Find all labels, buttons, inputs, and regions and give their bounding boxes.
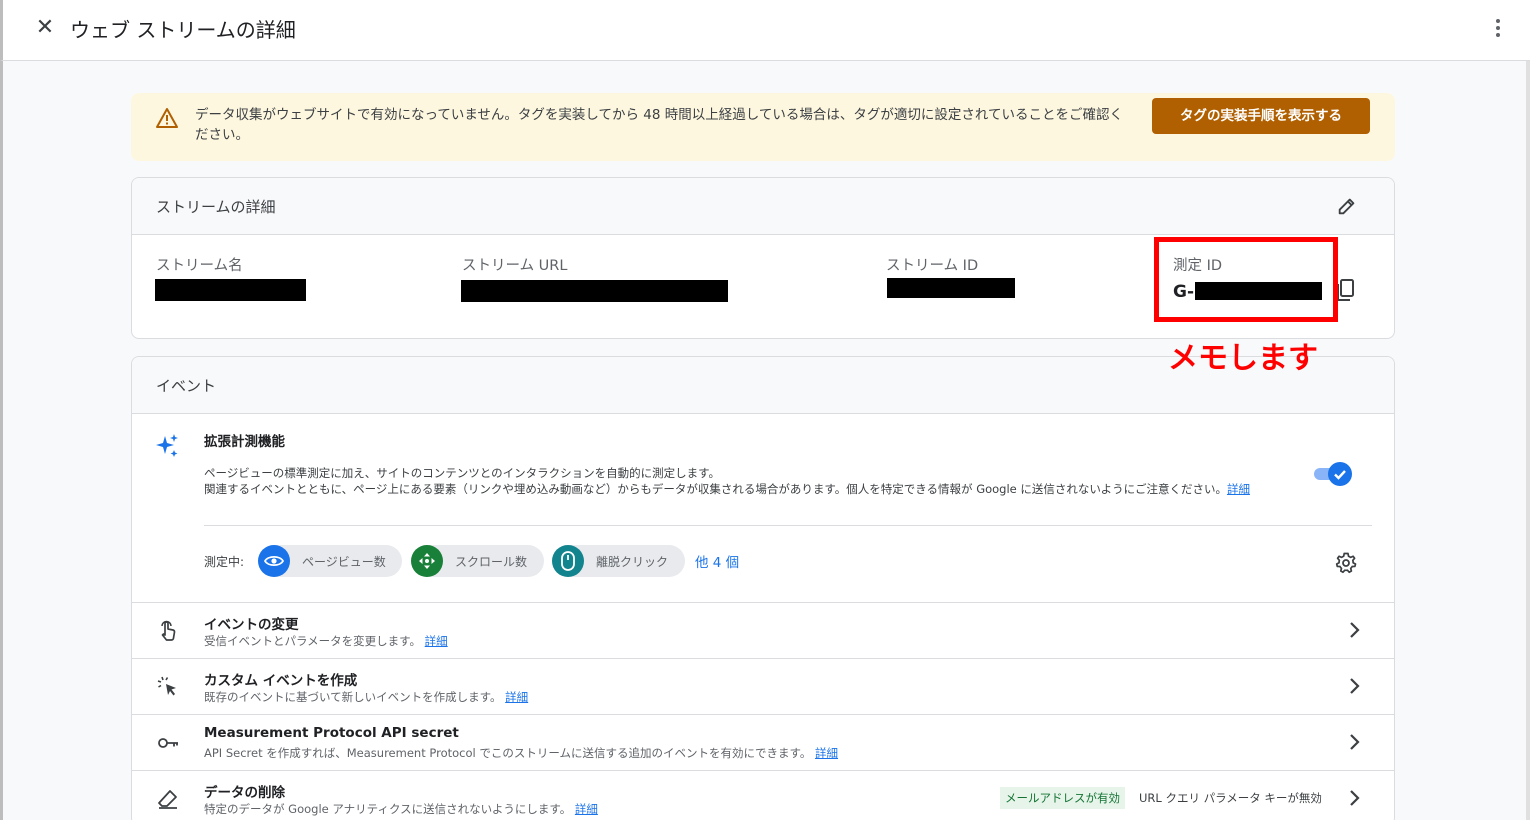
enhanced-desc-line1: ページビューの標準測定に加え、サイトのコンテンツとのインタラクションを自動的に測…	[204, 466, 720, 480]
row-modify-event-link[interactable]: 詳細	[425, 634, 448, 648]
edit-icon[interactable]	[1336, 195, 1358, 217]
copy-icon[interactable]	[1337, 278, 1357, 302]
enhanced-divider	[204, 525, 1372, 526]
annotation-note: メモします	[1168, 341, 1318, 376]
eye-icon	[258, 545, 290, 577]
chip-outbound-clicks-label: 離脱クリック	[596, 555, 669, 569]
mouse-icon	[552, 545, 584, 577]
row-data-redaction-desc: 特定のデータが Google アナリティクスに送信されないようにします。 詳細	[204, 801, 598, 817]
row-create-custom-event-link[interactable]: 詳細	[505, 690, 528, 704]
view-tag-instructions-button[interactable]: タグの実装手順を表示する	[1152, 98, 1370, 134]
row-create-custom-event-desc: 既存のイベントに基づいて新しいイベントを作成します。 詳細	[204, 689, 528, 705]
stream-name-label: ストリーム名	[156, 258, 243, 274]
row-measurement-protocol-desc-text: API Secret を作成すれば、Measurement Protocol で…	[204, 746, 812, 760]
chip-outbound-clicks[interactable]: 離脱クリック	[552, 545, 685, 577]
row-modify-event[interactable]: イベントの変更 受信イベントとパラメータを変更します。 詳細	[132, 602, 1394, 658]
chevron-right-icon	[1350, 790, 1360, 806]
row-modify-event-desc: 受信イベントとパラメータを変更します。 詳細	[204, 633, 448, 649]
more-events-link[interactable]: 他 4 個	[695, 551, 739, 571]
redacted-stream-id	[887, 278, 1015, 298]
row-modify-event-desc-text: 受信イベントとパラメータを変更します。	[204, 634, 422, 648]
chevron-right-icon	[1350, 622, 1360, 638]
stream-details-header: ストリームの詳細	[132, 178, 1394, 235]
events-card: イベント 拡張計測機能 ページビューの標準測定に加え、サイトのコンテンツとのイン…	[131, 356, 1395, 820]
enhanced-desc-line2: 関連するイベントとともに、ページ上にある要素（リンクや埋め込み動画など）からもデ…	[204, 481, 1314, 497]
eraser-icon	[158, 790, 177, 809]
stream-url-label: ストリーム URL	[462, 258, 568, 274]
email-enabled-badge: メールアドレスが有効	[1000, 787, 1125, 809]
enhanced-measurement-title: 拡張計測機能	[204, 434, 285, 450]
redacted-stream-name	[155, 279, 306, 301]
enhanced-measurement-description: ページビューの標準測定に加え、サイトのコンテンツとのインタラクションを自動的に測…	[204, 465, 1314, 497]
stream-id-label: ストリーム ID	[886, 258, 979, 274]
row-data-redaction-title: データの削除	[204, 785, 285, 801]
stream-id-field: ストリーム ID	[886, 254, 978, 275]
sparkle-icon	[156, 434, 178, 457]
row-measurement-protocol-desc: API Secret を作成すれば、Measurement Protocol で…	[204, 745, 838, 761]
close-icon[interactable]: ✕	[33, 16, 57, 40]
more-options-icon[interactable]	[1486, 16, 1510, 40]
top-bar: ✕ ウェブ ストリームの詳細	[0, 0, 1530, 61]
row-measurement-protocol[interactable]: Measurement Protocol API secret API Secr…	[132, 714, 1394, 770]
row-create-custom-event-title: カスタム イベントを作成	[204, 673, 358, 689]
enhanced-desc-line2-text: 関連するイベントとともに、ページ上にある要素（リンクや埋め込み動画など）からもデ…	[204, 482, 1227, 496]
chip-page-views[interactable]: ページビュー数	[258, 545, 402, 577]
stream-details-title: ストリームの詳細	[156, 198, 276, 216]
row-data-redaction-link[interactable]: 詳細	[575, 802, 598, 816]
enhanced-learn-more-link[interactable]: 詳細	[1227, 482, 1250, 496]
chip-scrolls[interactable]: スクロール数	[411, 545, 544, 577]
row-measurement-protocol-link[interactable]: 詳細	[815, 746, 838, 760]
chip-scrolls-label: スクロール数	[455, 555, 528, 569]
row-data-redaction[interactable]: データの削除 特定のデータが Google アナリティクスに送信されないようにし…	[132, 770, 1394, 820]
chip-page-views-label: ページビュー数	[302, 555, 386, 569]
check-icon	[1334, 470, 1346, 480]
data-collection-alert: データ収集がウェブサイトで有効になっていません。タグを実装してから 48 時間以…	[131, 93, 1395, 161]
scroll-icon	[411, 545, 443, 577]
warning-icon	[156, 108, 178, 128]
chevron-right-icon	[1350, 678, 1360, 694]
page-title: ウェブ ストリームの詳細	[70, 18, 296, 42]
enhanced-measurement-toggle[interactable]	[1314, 462, 1352, 486]
toggle-knob	[1328, 462, 1352, 486]
chevron-right-icon	[1350, 734, 1360, 750]
row-measurement-protocol-title: Measurement Protocol API secret	[204, 725, 459, 741]
measurement-id-highlight	[1154, 237, 1338, 322]
stream-name-field: ストリーム名	[156, 254, 243, 275]
events-title: イベント	[156, 377, 217, 395]
main-content: データ収集がウェブサイトで有効になっていません。タグを実装してから 48 時間以…	[0, 61, 1530, 820]
touch-icon	[161, 620, 176, 641]
measuring-label: 測定中:	[204, 555, 245, 569]
stream-url-field: ストリーム URL	[462, 254, 567, 275]
row-data-redaction-desc-text: 特定のデータが Google アナリティクスに送信されないようにします。	[204, 802, 572, 816]
redacted-stream-url	[461, 280, 728, 302]
row-create-custom-event[interactable]: カスタム イベントを作成 既存のイベントに基づいて新しいイベントを作成します。 …	[132, 658, 1394, 714]
gear-icon[interactable]	[1334, 551, 1358, 575]
key-icon	[158, 738, 178, 748]
row-create-custom-event-desc-text: 既存のイベントに基づいて新しいイベントを作成します。	[204, 690, 502, 704]
alert-message: データ収集がウェブサイトで有効になっていません。タグを実装してから 48 時間以…	[195, 107, 1123, 143]
url-query-disabled-badge: URL クエリ パラメータ キーが無効	[1139, 791, 1322, 805]
click-icon	[157, 676, 176, 696]
row-modify-event-title: イベントの変更	[204, 617, 299, 633]
